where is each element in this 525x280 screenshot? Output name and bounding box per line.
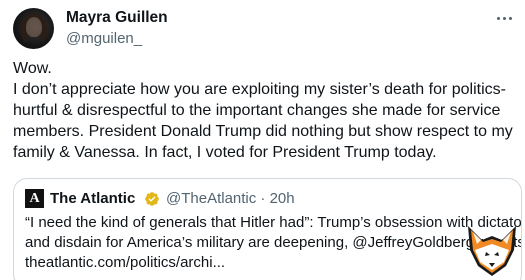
quoted-tweet[interactable]: A The Atlantic @TheAtlantic · 20h “I nee… bbox=[13, 178, 522, 280]
tweet-line: Wow. bbox=[13, 60, 52, 77]
author-name[interactable]: Mayra Guillen bbox=[66, 9, 168, 27]
tweet-line: hurtful & disrespectful to the important… bbox=[13, 102, 501, 119]
author-handle[interactable]: @mguilen_ bbox=[66, 30, 142, 47]
tweet-line: members. President Donald Trump did noth… bbox=[13, 123, 513, 140]
quoted-author-name: The Atlantic bbox=[50, 190, 136, 207]
quoted-text: “I need the kind of generals that Hitler… bbox=[25, 213, 522, 273]
quoted-line: and disdain for America’s military are d… bbox=[25, 234, 522, 251]
tweet-text: Wow. I don’t appreciate how you are expl… bbox=[13, 58, 513, 163]
tweet-line: I don’t appreciate how you are exploitin… bbox=[13, 81, 506, 98]
quoted-line: “I need the kind of generals that Hitler… bbox=[25, 214, 522, 231]
quoted-link[interactable]: theatlantic.com/politics/archi... bbox=[25, 253, 513, 273]
tweet-line: family & Vanessa. In fact, I voted for P… bbox=[13, 144, 437, 161]
more-icon[interactable] bbox=[492, 6, 516, 30]
verified-badge-icon bbox=[145, 192, 159, 206]
quoted-handle-time: @TheAtlantic · 20h bbox=[166, 190, 295, 207]
tweet-card[interactable]: Mayra Guillen @mguilen_ Wow. I don’t app… bbox=[0, 0, 525, 280]
atlantic-logo: A bbox=[25, 189, 44, 208]
fox-logo-icon bbox=[468, 226, 516, 276]
avatar[interactable] bbox=[13, 8, 54, 49]
